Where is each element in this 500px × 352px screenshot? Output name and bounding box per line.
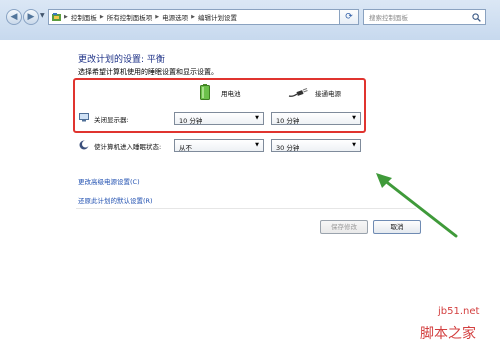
search-input[interactable]: 搜索控制面板 — [363, 9, 486, 25]
page-subtitle: 选择希望计算机使用的睡眠设置和显示设置。 — [78, 68, 218, 76]
display-battery-value: 10 分钟 — [179, 117, 203, 125]
breadcrumb-separator-icon[interactable]: ▶ — [100, 14, 104, 20]
breadcrumb-item-all-items[interactable]: 所有控制面板项 — [107, 12, 153, 22]
forward-arrow-icon: ▶ — [27, 12, 35, 22]
monitor-icon — [79, 113, 89, 122]
advanced-power-settings-link[interactable]: 更改高级电源设置(C) — [78, 176, 140, 186]
address-input[interactable]: ▶ 控制面板 ▶ 所有控制面板项 ▶ 电源选项 ▶ 编辑计划设置 ▼ — [48, 9, 359, 25]
sleep-plugged-value: 30 分钟 — [276, 144, 300, 152]
breadcrumb-separator-icon[interactable]: ▶ — [64, 14, 68, 20]
breadcrumb-separator-icon[interactable]: ▶ — [155, 14, 159, 20]
breadcrumb: ▶ 控制面板 ▶ 所有控制面板项 ▶ 电源选项 ▶ 编辑计划设置 — [64, 10, 237, 24]
turn-off-display-label: 关闭显示器: — [94, 116, 129, 124]
recent-pages-dropdown-icon[interactable]: ▼ — [40, 12, 45, 19]
forward-button[interactable]: ▶ — [23, 9, 39, 25]
breadcrumb-item-control-panel[interactable]: 控制面板 — [71, 12, 97, 22]
display-battery-select[interactable]: 10 分钟 ▼ — [174, 112, 264, 125]
breadcrumb-separator-icon[interactable]: ▶ — [191, 14, 195, 20]
sleep-moon-icon — [79, 140, 89, 150]
address-bar: ◀ ▶ ▼ ▶ 控制面板 ▶ 所有控制面板项 ▶ 电源选项 ▶ 编辑计划设置 ▼… — [0, 0, 500, 40]
chevron-down-icon: ▼ — [255, 115, 259, 121]
chevron-down-icon: ▼ — [352, 115, 356, 121]
back-arrow-icon: ◀ — [10, 12, 18, 22]
control-panel-icon — [52, 13, 61, 21]
watermark-site-name: 脚本之家 — [420, 326, 476, 342]
sleep-label: 使计算机进入睡眠状态: — [94, 143, 162, 151]
restore-defaults-link[interactable]: 还原此计划的默认设置(R) — [78, 195, 153, 205]
chevron-down-icon: ▼ — [255, 142, 259, 148]
sleep-battery-value: 从不 — [179, 144, 192, 152]
display-plugged-value: 10 分钟 — [276, 117, 300, 125]
refresh-button[interactable]: ⟳ — [339, 9, 359, 25]
search-icon[interactable] — [472, 13, 481, 22]
main-content: 更改计划的设置: 平衡 选择希望计算机使用的睡眠设置和显示设置。 用电池 接通电… — [0, 40, 500, 352]
back-button[interactable]: ◀ — [6, 9, 22, 25]
watermark-url: jb51.net — [438, 306, 480, 317]
green-arrow-annotation — [376, 173, 458, 238]
page-title: 更改计划的设置: 平衡 — [78, 55, 165, 65]
divider — [76, 208, 416, 209]
save-changes-button[interactable]: 保存修改 — [320, 220, 368, 234]
search-placeholder: 搜索控制面板 — [369, 14, 408, 22]
breadcrumb-item-edit-plan[interactable]: 编辑计划设置 — [198, 12, 237, 22]
power-plug-icon — [288, 88, 308, 97]
chevron-down-icon: ▼ — [352, 142, 356, 148]
battery-icon — [200, 84, 210, 100]
display-plugged-select[interactable]: 10 分钟 ▼ — [271, 112, 361, 125]
refresh-icon: ⟳ — [345, 12, 353, 22]
plugged-in-column-header: 接通电源 — [315, 90, 341, 98]
sleep-plugged-select[interactable]: 30 分钟 ▼ — [271, 139, 361, 152]
sleep-battery-select[interactable]: 从不 ▼ — [174, 139, 264, 152]
breadcrumb-item-power-options[interactable]: 电源选项 — [162, 12, 188, 22]
battery-column-header: 用电池 — [221, 90, 241, 98]
